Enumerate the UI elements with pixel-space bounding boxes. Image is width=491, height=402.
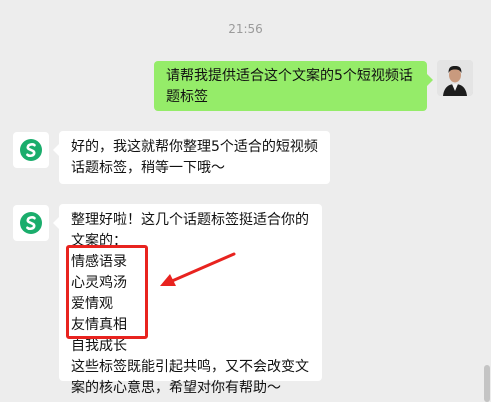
user-message-line: 题标签 [166,89,208,105]
scrollbar-thumb[interactable] [484,365,490,402]
assistant-message-bubble[interactable]: 整理好啦！这几个话题标签挺适合你的 文案的： 情感语录 心灵鸡汤 爱情观 友情真… [53,204,322,396]
assistant-message-line: 这些标签既能引起共鸣，又不会改变文 [71,359,309,375]
hashtag-item: 友情真相 [71,317,127,333]
assistant-avatar[interactable] [13,205,49,241]
assistant-message-line: 文案的： [71,233,127,249]
assistant-message-line: 话题标签，稍等一下哦～ [71,160,225,176]
assistant-message-line: 好的，我这就帮你整理5个适合的短视频 [71,139,318,155]
message-timestamp: 21:56 [228,22,263,36]
assistant-avatar[interactable] [13,132,49,168]
user-message-bubble[interactable]: 请帮我提供适合这个文案的5个短视频话 题标签 [154,61,433,111]
assistant-logo-icon [20,212,42,234]
assistant-message-line: 案的核心意思，希望对你有帮助～ [71,380,281,396]
hashtag-item: 爱情观 [71,296,113,312]
hashtag-item: 自我成长 [71,338,127,354]
assistant-logo-icon [20,139,42,161]
user-photo-icon [437,60,473,96]
user-avatar[interactable] [437,60,473,96]
user-message-line: 请帮我提供适合这个文案的5个短视频话 [166,68,413,84]
assistant-message-line: 整理好啦！这几个话题标签挺适合你的 [71,212,309,228]
assistant-message-bubble[interactable]: 好的，我这就帮你整理5个适合的短视频 话题标签，稍等一下哦～ [53,131,330,184]
arrow-annotation-icon [160,252,236,286]
